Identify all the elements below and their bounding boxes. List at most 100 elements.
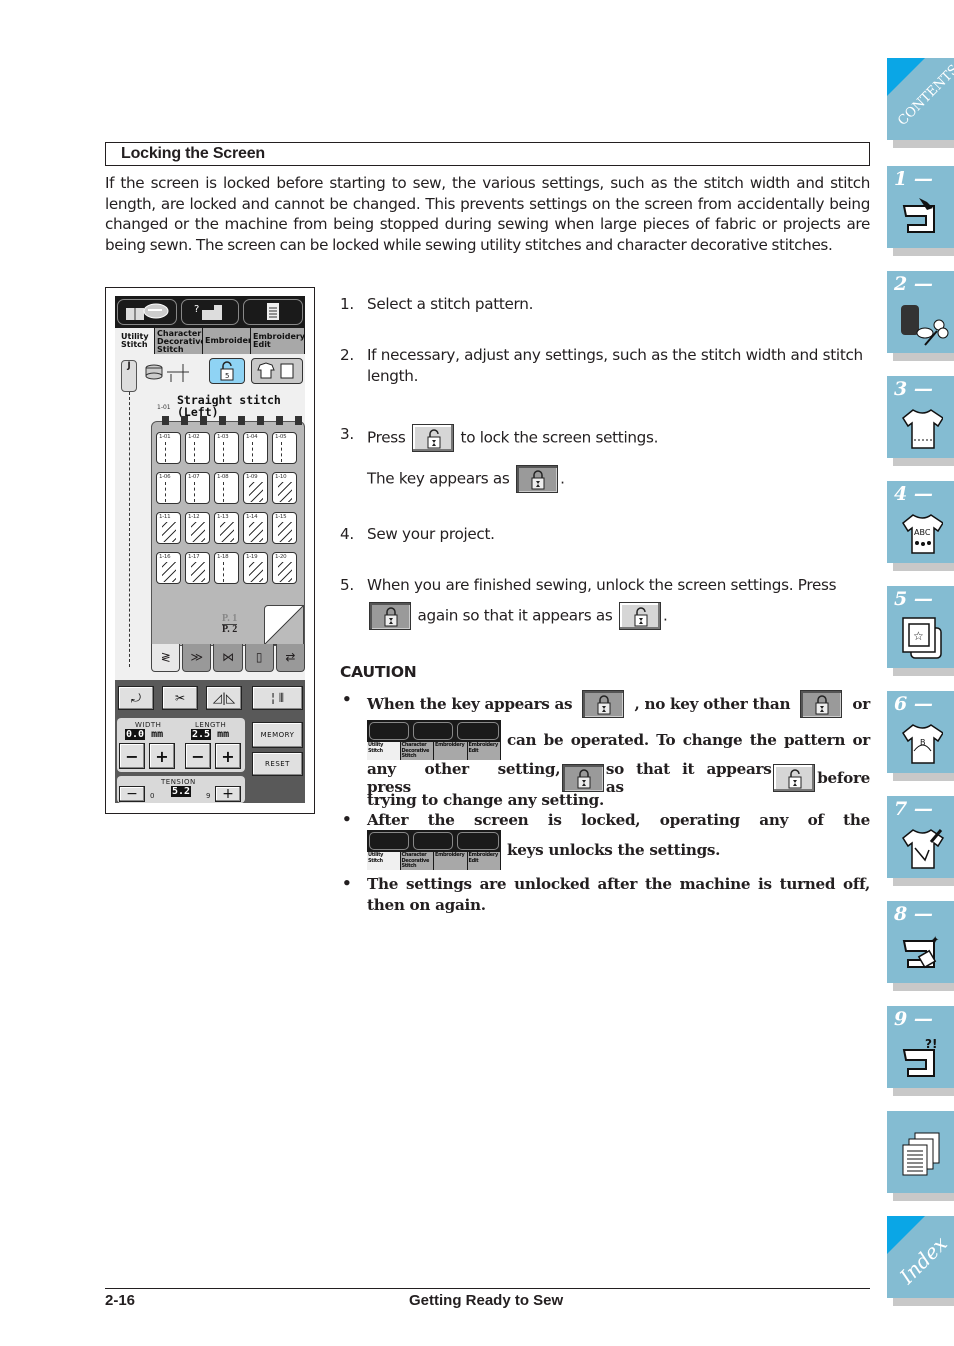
stitch-pattern-key[interactable]: 1-04: [243, 432, 268, 464]
tension-plus-button[interactable]: +: [215, 786, 241, 802]
unlocked-key-button: [773, 764, 816, 792]
stitch-pattern-icon: [249, 482, 263, 502]
tension-minus-button[interactable]: −: [119, 786, 145, 802]
stitch-pattern-icon: [191, 562, 205, 582]
stitch-pattern-icon: [194, 482, 202, 502]
stitch-pattern-key[interactable]: 1-15: [272, 512, 297, 544]
locked-key-button: [582, 690, 625, 718]
stitch-pattern-code: 1-07: [188, 474, 200, 480]
thread-cut-button[interactable]: ✂: [162, 686, 198, 710]
category-tab-overcast[interactable]: ≫: [182, 644, 212, 672]
tab-embroidery-edit[interactable]: Embroidery Edit: [251, 328, 305, 354]
stitch-pattern-key[interactable]: 1-08: [214, 472, 239, 504]
mirror-icon: ◿|◺: [212, 691, 236, 705]
stitch-pattern-key[interactable]: 1-18: [214, 552, 239, 584]
sidebar-tab-chapter-5[interactable]: 5 — ☆: [887, 586, 954, 676]
stitch-pattern-key[interactable]: 1-14: [243, 512, 268, 544]
mirror-button[interactable]: ◿|◺: [206, 686, 242, 710]
stitch-pattern-code: 1-20: [275, 554, 287, 560]
sidebar-tab-chapter-3[interactable]: 3 —: [887, 376, 954, 466]
unlocked-padlock-icon: [634, 607, 648, 627]
tab-embroidery[interactable]: Embroidery: [203, 328, 257, 354]
stitch-pattern-key[interactable]: 1-17: [185, 552, 210, 584]
sidebar-tab-chapter-7[interactable]: 7 —: [887, 796, 954, 886]
sidebar-tab-contents[interactable]: CONTENTS: [887, 58, 954, 148]
stitch-pattern-key[interactable]: 1-20: [272, 552, 297, 584]
unlocked-key-button: [412, 424, 455, 452]
svg-text:?!: ?!: [925, 1037, 937, 1051]
locked-key-button: [562, 764, 604, 792]
stitch-pattern-key[interactable]: 1-07: [185, 472, 210, 504]
stitch-pattern-code: 1-05: [275, 434, 287, 440]
tab-utility-stitch[interactable]: Utility Stitch: [115, 328, 155, 354]
category-tab-directional[interactable]: ⇄: [275, 644, 305, 672]
needle-position-row: [162, 416, 302, 425]
stitch-pattern-key[interactable]: 1-13: [214, 512, 239, 544]
width-plus-button[interactable]: +: [149, 743, 175, 769]
stitch-pattern-key[interactable]: 1-11: [156, 512, 181, 544]
memory-button[interactable]: MEMORY: [252, 722, 303, 748]
stitch-pattern-code: 1-04: [246, 434, 258, 440]
garment-select-button[interactable]: [251, 358, 303, 384]
shirt-icon: [902, 409, 943, 449]
manual-book-icon: [369, 832, 409, 850]
stitch-pattern-key[interactable]: 1-10: [272, 472, 297, 504]
sidebar-tab-chapter-4[interactable]: 4 — ABC: [887, 481, 954, 571]
category-tab-decorative[interactable]: ⋈: [213, 644, 243, 672]
stitch-pattern-key[interactable]: 1-02: [185, 432, 210, 464]
embroidery-hoop-icon: ☆: [902, 617, 942, 659]
page-turn-button[interactable]: [264, 605, 304, 645]
settings-list-icon[interactable]: [243, 299, 303, 325]
reset-button[interactable]: RESET: [252, 752, 303, 776]
width-value-display: 0.0 mm: [125, 729, 164, 740]
stitch-pattern-key[interactable]: 1-03: [214, 432, 239, 464]
shirt-pencil-icon: [902, 829, 945, 869]
reverse-stitch-button[interactable]: ⤾: [118, 686, 154, 710]
width-minus-button[interactable]: −: [119, 743, 145, 769]
sidebar-tab-chapter-2[interactable]: 2 —: [887, 271, 954, 361]
sidebar-tab-chapter-8[interactable]: 8 — ✦: [887, 901, 954, 991]
category-tab-straight-zigzag[interactable]: ≷: [151, 644, 181, 672]
sewing-machine-maintenance-icon: ✦: [902, 935, 939, 969]
mode-keys-image: Utility Stitch Character Decorative Stitc…: [367, 830, 501, 870]
stitch-pattern-icon: [165, 442, 173, 462]
stitch-pattern-key[interactable]: 1-05: [272, 432, 297, 464]
stitch-pattern-key[interactable]: 1-16: [156, 552, 181, 584]
stitch-pattern-key[interactable]: 1-06: [156, 472, 181, 504]
needle-icon: [257, 416, 264, 425]
stitch-pattern-code: 1-08: [217, 474, 229, 480]
length-plus-button[interactable]: +: [215, 743, 241, 769]
locked-padlock-icon: [597, 695, 611, 715]
stitch-pattern-key[interactable]: 1-01: [156, 432, 181, 464]
manual-book-icon[interactable]: [117, 299, 177, 325]
needle-icon: [181, 416, 188, 425]
stitch-pattern-key[interactable]: 1-19: [243, 552, 268, 584]
tab-character-decorative-stitch[interactable]: Character Decorative Stitch: [155, 328, 206, 354]
needle-icon: [219, 416, 226, 425]
stitch-pattern-code: 1-16: [159, 554, 171, 560]
screen-mode-tabs: Utility Stitch Character Decorative Stit…: [115, 328, 305, 354]
sidebar-tab-appendix[interactable]: [887, 1111, 954, 1201]
length-minus-button[interactable]: −: [185, 743, 211, 769]
category-tab-buttonhole[interactable]: ▯: [244, 644, 274, 672]
stitch-pattern-key[interactable]: 1-09: [243, 472, 268, 504]
presser-foot-indicator: J: [121, 360, 137, 392]
stitch-pattern-code: 1-10: [275, 474, 287, 480]
documents-icon: [902, 1132, 940, 1176]
stitch-pattern-code: 1-06: [159, 474, 171, 480]
svg-text:✦: ✦: [931, 935, 939, 946]
page-indicator: P. 1 P. 2: [222, 614, 238, 635]
help-machine-icon[interactable]: ?: [181, 299, 239, 325]
needle-mode-button[interactable]: ¦ ⫴: [252, 686, 303, 710]
sidebar-tab-chapter-1[interactable]: 1 —: [887, 166, 954, 256]
locked-key-button: [800, 690, 843, 718]
stitch-pattern-icon: [278, 562, 292, 582]
help-machine-icon: [413, 722, 453, 740]
sidebar-tab-index[interactable]: Index: [887, 1216, 954, 1306]
stitch-pattern-key[interactable]: 1-12: [185, 512, 210, 544]
footer-divider: [105, 1288, 870, 1289]
screen-lock-button[interactable]: 5: [209, 358, 245, 384]
length-value-display: 2.5 mm: [191, 729, 230, 740]
sidebar-tab-chapter-6[interactable]: 6 — B: [887, 691, 954, 781]
sidebar-tab-chapter-9[interactable]: 9 — ?!: [887, 1006, 954, 1096]
